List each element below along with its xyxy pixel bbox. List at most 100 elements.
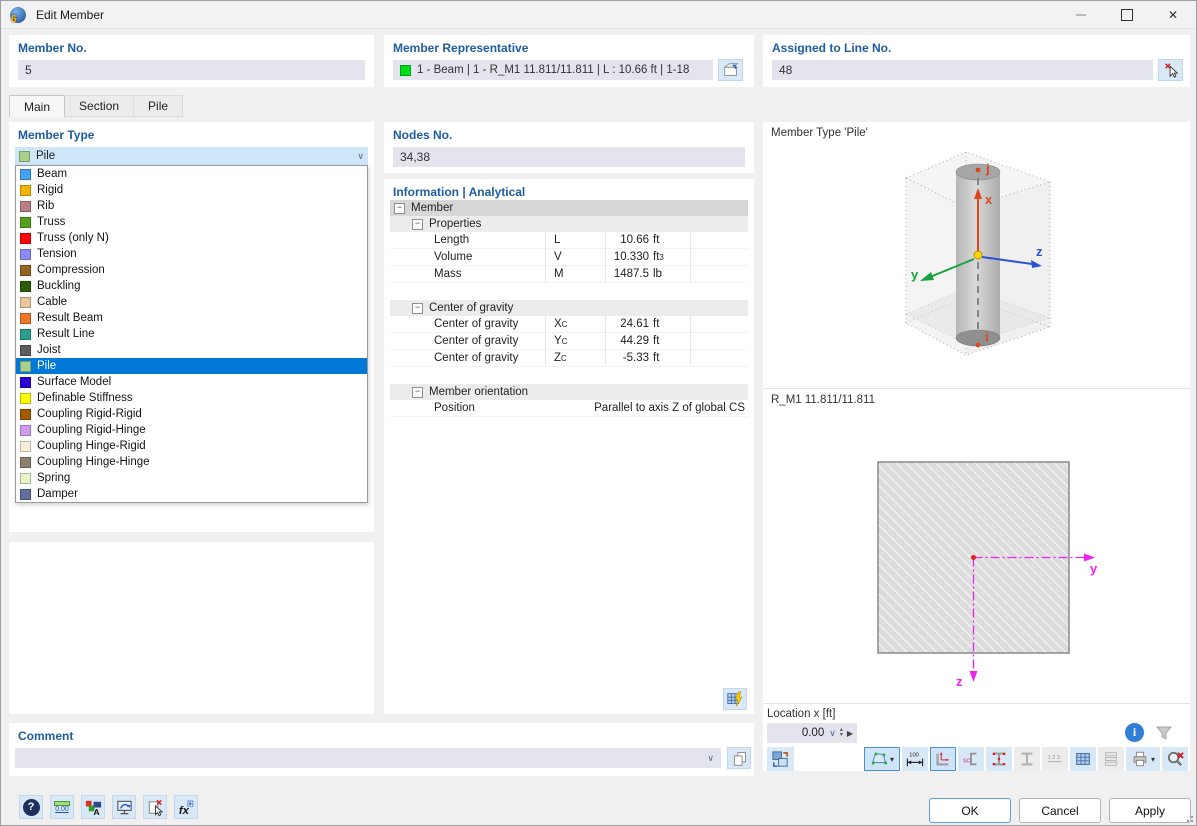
open-table-button[interactable] [723,688,747,710]
stress-points-button[interactable] [986,747,1012,771]
spinner-slider-icon[interactable]: ▶ [847,729,853,738]
remove-selection-button[interactable] [143,795,167,819]
nodes-no-value: 34,38 [400,150,430,164]
member-type-option[interactable]: Coupling Rigid-Rigid [16,406,367,422]
filter-funnel-icon[interactable] [1154,723,1174,743]
member-representative-field[interactable]: 1 - Beam | 1 - R_M1 11.811/11.811 | L : … [393,60,713,80]
close-button[interactable]: ✕ [1150,1,1196,28]
member-type-option[interactable]: Spring [16,470,367,486]
tree-node-center-of-gravity[interactable]: − Center of gravity [390,300,748,316]
nodes-no-field[interactable]: 34,38 [393,147,745,167]
row-spacer [690,333,748,349]
member-type-option-selected[interactable]: Pile [16,358,367,374]
member-type-option[interactable]: Joist [16,342,367,358]
location-x-spinner[interactable]: 0.00 ∨ ▴ ▾ ▶ [767,723,857,743]
member-type-combobox[interactable]: Pile ∨ [15,147,368,165]
display-properties-button[interactable]: A [81,795,105,819]
svg-text:100: 100 [909,752,919,758]
tree-node-member[interactable]: − Member [390,200,748,216]
resize-grip[interactable] [1185,814,1193,822]
detail-rows-button[interactable] [1098,747,1124,771]
row-spacer [690,350,748,366]
select-line-button[interactable] [1158,59,1183,81]
ok-button[interactable]: OK [929,798,1011,823]
member-type-option[interactable]: Coupling Hinge-Rigid [16,438,367,454]
option-label: Damper [37,488,78,500]
collapse-toggle-icon[interactable]: − [394,203,405,214]
rendering-button[interactable] [112,795,136,819]
member-type-option[interactable]: Beam [16,166,367,182]
comment-combobox[interactable]: ∨ [15,748,721,768]
table-button[interactable] [1070,747,1096,771]
chevron-down-icon[interactable]: ∨ [707,753,714,764]
member-type-option[interactable]: Rigid [16,182,367,198]
library-icon [722,61,740,79]
tree-gap [390,283,748,300]
member-no-field[interactable]: 5 [18,60,365,80]
spinner-arrows[interactable]: ▴ ▾ [840,728,843,738]
show-dimensions-button[interactable]: 100 [902,747,928,771]
member-type-option[interactable]: Truss [16,214,367,230]
info-button[interactable]: i [1125,723,1144,742]
copy-comment-button[interactable] [727,747,751,769]
units-and-decimal-places-button[interactable]: 0.00 [50,795,74,819]
formula-button[interactable]: fx [174,795,198,819]
cancel-button[interactable]: Cancel [1019,798,1101,823]
member-type-option[interactable]: Coupling Hinge-Hinge [16,454,367,470]
comment-label: Comment [18,729,73,743]
apply-button[interactable]: Apply [1109,798,1191,823]
tab-pile[interactable]: Pile [134,95,183,117]
zoom-reset-button[interactable] [1162,747,1188,771]
synchronize-view-button[interactable] [767,747,794,771]
member-type-option[interactable]: Coupling Rigid-Hinge [16,422,367,438]
tree-node-member-orientation[interactable]: − Member orientation [390,384,748,400]
member-type-selected-chip [19,151,30,162]
information-group: Information | Analytical − Member − Prop… [384,179,754,714]
option-color-chip [20,185,31,196]
option-color-chip [20,345,31,356]
chevron-down-icon[interactable]: ∨ [829,728,836,739]
member-type-option[interactable]: Surface Model [16,374,367,390]
maximize-button[interactable] [1104,1,1150,28]
tab-section[interactable]: Section [65,95,134,117]
member-type-option[interactable]: Damper [16,486,367,502]
assigned-line-field[interactable]: 48 [772,60,1153,80]
row-unit: lb [653,266,690,282]
view-mode-button[interactable]: ▾ [864,747,900,771]
member-type-option[interactable]: Cable [16,294,367,310]
section-outline-button[interactable] [1014,747,1040,771]
location-x-value: 0.00 [771,727,824,739]
tree-row-cog-y: Center of gravity YC 44.29 ft [390,333,748,350]
help-button[interactable]: ? [19,795,43,819]
section-axes-button[interactable] [930,747,956,771]
member-type-option[interactable]: Result Beam [16,310,367,326]
option-color-chip [20,425,31,436]
collapse-toggle-icon[interactable]: − [412,303,423,314]
member-type-option[interactable]: Tension [16,246,367,262]
tree-node-properties[interactable]: − Properties [390,216,748,232]
collapse-toggle-icon[interactable]: − [412,387,423,398]
minimize-button[interactable] [1058,1,1104,28]
numbering-button[interactable]: 1 2 3 [1042,747,1068,771]
member-type-option[interactable]: Buckling [16,278,367,294]
collapse-toggle-icon[interactable]: − [412,219,423,230]
section-axis-z-label: z [956,674,963,689]
member-type-option[interactable]: Compression [16,262,367,278]
location-divider [763,703,1190,704]
tree-group-label: Properties [429,218,481,230]
tree-row-mass: Mass M 1487.5 lb [390,266,748,283]
member-type-option[interactable]: Truss (only N) [16,230,367,246]
representative-library-button[interactable] [718,59,743,81]
row-name: Center of gravity [434,335,518,347]
member-type-option[interactable]: Definable Stiffness [16,390,367,406]
member-type-option[interactable]: Result Line [16,326,367,342]
axis-y-label: y [911,267,919,282]
member-type-option[interactable]: Rib [16,198,367,214]
option-color-chip [20,409,31,420]
option-color-chip [20,457,31,468]
tab-main[interactable]: Main [9,95,65,117]
shear-center-button[interactable]: sc [958,747,984,771]
option-color-chip [20,265,31,276]
nodes-no-group: Nodes No. 34,38 [384,122,754,173]
print-button[interactable]: ▾ [1126,747,1160,771]
